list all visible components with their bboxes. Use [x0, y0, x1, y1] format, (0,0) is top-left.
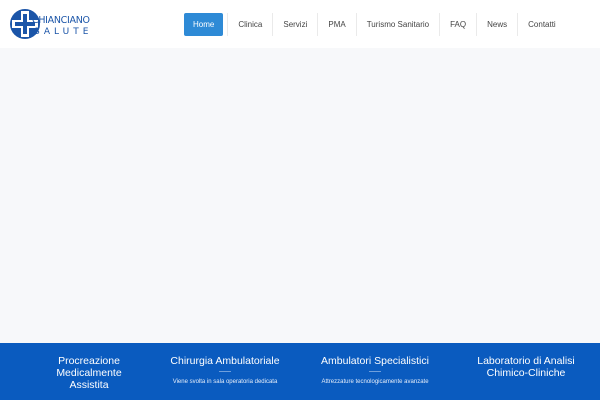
title-divider	[369, 371, 381, 372]
site-logo[interactable]: CHIANCIANO SALUTE	[10, 6, 100, 44]
service-title[interactable]: Chirurgia Ambulatoriale	[151, 355, 299, 367]
services-band: Procreazione Medicalmente Assistita Chir…	[0, 343, 600, 400]
nav-item-servizi[interactable]: Servizi	[272, 13, 317, 36]
site-header: CHIANCIANO SALUTE Home Clinica Servizi P…	[0, 0, 600, 48]
title-divider	[219, 371, 231, 372]
nav-item-contatti[interactable]: Contatti	[517, 13, 566, 36]
nav-item-turismo-sanitario[interactable]: Turismo Sanitario	[355, 13, 439, 36]
service-title[interactable]: Procreazione Medicalmente Assistita	[44, 355, 134, 391]
service-description: Viene svolta in sala operatoria dedicata	[172, 379, 278, 385]
nav-item-pma[interactable]: PMA	[317, 13, 355, 36]
service-card-laboratorio[interactable]: Laboratorio di Analisi Chimico-Cliniche	[452, 355, 600, 379]
logo-text-bottom: SALUTE	[34, 27, 93, 37]
nav-item-home[interactable]: Home	[184, 13, 224, 36]
nav-item-clinica[interactable]: Clinica	[227, 13, 272, 36]
hero-area	[0, 48, 600, 343]
service-description: Attrezzature tecnologicamente avanzate	[321, 379, 429, 385]
nav-item-faq[interactable]: FAQ	[439, 13, 476, 36]
service-title[interactable]: Laboratorio di Analisi Chimico-Cliniche	[461, 355, 591, 379]
nav-item-news[interactable]: News	[476, 13, 517, 36]
service-card-ambulatori[interactable]: Ambulatori Specialistici Attrezzature te…	[301, 355, 449, 386]
main-nav: Home Clinica Servizi PMA Turismo Sanitar…	[184, 13, 566, 36]
service-card-chirurgia[interactable]: Chirurgia Ambulatoriale Viene svolta in …	[151, 355, 299, 386]
service-card-pma[interactable]: Procreazione Medicalmente Assistita	[15, 355, 163, 391]
service-title[interactable]: Ambulatori Specialistici	[301, 355, 449, 367]
logo-text-top: CHIANCIANO	[32, 15, 90, 26]
